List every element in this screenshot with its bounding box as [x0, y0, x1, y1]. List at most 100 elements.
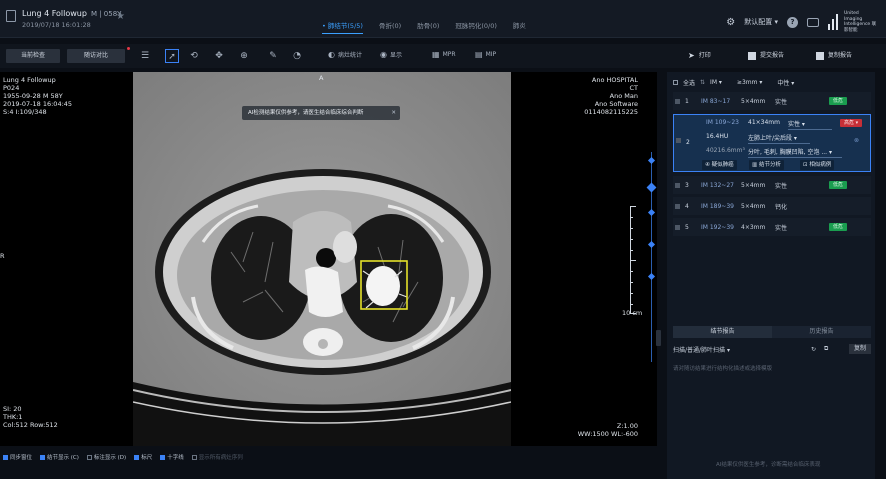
row-checkbox[interactable]	[675, 182, 680, 188]
gear-icon[interactable]: ⚙	[726, 17, 735, 28]
list-icon[interactable]: ☰	[138, 49, 152, 63]
hospital-overlay: Ano HOSPITAL CT Ano Man Ano Software 011…	[584, 76, 638, 116]
submit-report-button[interactable]: 提交报告	[748, 49, 784, 63]
send-icon: ➤	[688, 51, 695, 60]
location-dropdown[interactable]: 左肺上叶/尖后段 ▾	[748, 133, 810, 144]
window-level-icon[interactable]: ◔	[290, 49, 304, 63]
similar-cases-button[interactable]: ⊡ 相似病例	[800, 160, 835, 170]
size-filter-dropdown[interactable]: ≥3mm ▾	[737, 79, 762, 86]
row-checkbox[interactable]	[675, 98, 680, 104]
sync-window-checkbox[interactable]: 同步窗位	[3, 453, 32, 461]
case-title: Lung 4 Followup	[22, 9, 87, 18]
risk-badge: 低危	[829, 223, 848, 231]
lesion-stats-tool[interactable]: ◐ 病灶统计	[328, 50, 362, 59]
zoom-icon[interactable]: ⊕	[237, 49, 251, 63]
folder-icon	[6, 10, 16, 22]
tab-nodule-report[interactable]: 结节报告	[673, 326, 772, 338]
crosshair-checkbox[interactable]: 十字线	[160, 453, 184, 461]
ai-notice-banner: AI检测结果仅供参考，请医生结合临床综合判断 ✕	[242, 106, 400, 120]
detail-hu: 16.4HU	[706, 133, 729, 140]
top-right-controls: ⚙ 默认配置 ▾ ? United Imaging Intelligence 联…	[726, 11, 878, 33]
window-overlay: Z:1.00 WW:1500 WL:-600	[577, 422, 638, 438]
detail-im: IM 109~23	[706, 119, 739, 126]
panel-collapse-handle[interactable]	[656, 330, 661, 346]
nodule-row[interactable]: 3 IM 132~27 5×4mm 实性 低危	[673, 176, 871, 194]
report-placeholder: 请对随访结果进行结构化描述或选择模版	[673, 366, 773, 372]
im-filter-dropdown[interactable]: IM ▾	[710, 79, 722, 86]
risk-badge: 低危	[829, 97, 848, 105]
help-icon[interactable]: ?	[787, 16, 798, 28]
nodule-detail-card[interactable]: 2 IM 109~23 41×34mm 实性 ▾ 高危 ▾ 16.4HU 左肺上…	[673, 114, 871, 172]
image-viewer[interactable]: Lung 4 Followup P024 1955-09-28 M 58Y 20…	[0, 72, 661, 446]
clipboard-icon[interactable]: ⧉	[824, 345, 828, 353]
nodule-display-checkbox[interactable]: 结节显示 (C)	[40, 453, 79, 461]
distance-scale	[626, 206, 636, 314]
pan-icon[interactable]: ✥	[212, 49, 226, 63]
message-icon[interactable]	[807, 17, 819, 27]
refresh-icon[interactable]: ↻	[811, 346, 816, 353]
tab-coronary-calcium[interactable]: 冠脉钙化(0/0)	[455, 20, 497, 34]
disclaimer-footer: AI结果仅供医生参考，诊断需结合临床表现	[716, 462, 821, 468]
report-icon	[748, 52, 756, 60]
risk-filter-dropdown[interactable]: 中性 ▾	[777, 78, 794, 87]
copy-report-button[interactable]: 复制报告	[816, 49, 852, 63]
nodule-row[interactable]: 5 IM 192~39 4×3mm 实性 低危	[673, 218, 871, 236]
mip-tool[interactable]: ▤ MIP	[475, 50, 496, 59]
ct-slice-graphic	[133, 72, 511, 446]
toolbar: 当前检查 随访对比 ☰ ➚ ⟲ ✥ ⊕ ✎ ◔ ◐ 病灶统计 ◉ 显示 ▦ MPR ▤…	[0, 44, 886, 68]
report-template-dropdown[interactable]: 扫描/普通/肺叶扫描 ▾	[673, 345, 730, 354]
detail-volume: 40216.6mm³	[706, 147, 745, 154]
tab-history-report[interactable]: 历史报告	[772, 326, 871, 338]
select-all-checkbox[interactable]	[673, 79, 678, 85]
star-icon[interactable]: ★	[116, 11, 125, 22]
suspected-cancer-button[interactable]: ④ 疑似肺癌	[702, 160, 737, 170]
tab-rib[interactable]: 肋骨(0)	[417, 20, 439, 34]
pointer-icon[interactable]: ➚	[165, 49, 179, 63]
print-button[interactable]: ➤ 打印	[688, 49, 711, 63]
orientation-top: A	[319, 74, 324, 82]
ct-image[interactable]	[133, 72, 511, 446]
nodule-row[interactable]: 4 IM 189~39 5×4mm 钙化	[673, 197, 871, 215]
nodule-marker-2[interactable]	[646, 182, 657, 193]
ruler-checkbox[interactable]: 标尺	[134, 453, 152, 461]
display-tool[interactable]: ◉ 显示	[380, 50, 402, 59]
slice-info-overlay: SI: 20 THK:1 Col:512 Row:512	[3, 405, 58, 429]
layout-dropdown[interactable]: 默认配置 ▾	[744, 17, 778, 27]
nodule-analysis-button[interactable]: ▥ 结节分析	[749, 160, 784, 170]
show-all-series-checkbox[interactable]: 显示所有病灶序列	[191, 453, 243, 461]
rotate-icon[interactable]: ⟲	[187, 49, 201, 63]
report-controls: 扫描/普通/肺叶扫描 ▾ ↻ ⧉ 复制	[673, 343, 871, 355]
pen-icon[interactable]: ✎	[266, 49, 280, 63]
ai-notice-text: AI检测结果仅供参考，请医生结合临床综合判断	[248, 110, 364, 116]
current-exam-button[interactable]: 当前检查	[6, 49, 60, 63]
tab-pneumonia[interactable]: 肺炎	[513, 20, 526, 34]
copy-button[interactable]: 复制	[848, 344, 871, 354]
tab-fracture[interactable]: 骨折(0)	[379, 20, 401, 34]
nodule-type-dropdown[interactable]: 实性 ▾	[788, 119, 832, 130]
viewer-options-bar: 同步窗位 结节显示 (C) 标注显示 (D) 标尺 十字线 显示所有病灶序列	[0, 450, 657, 464]
scale-label: 10 cm	[622, 309, 643, 317]
sort-icon[interactable]: ⇅	[700, 79, 705, 86]
nodule-row[interactable]: 1 IM 83~17 5×4mm 实性 低危	[673, 92, 871, 110]
previous-exam-button[interactable]: 随访对比	[67, 47, 130, 63]
nodule-marker-1[interactable]	[647, 156, 656, 165]
row-checkbox[interactable]	[675, 224, 680, 230]
nodule-marker-4[interactable]	[647, 240, 656, 249]
title-bar: Lung 4 Followup M | 058Y 2019/07/18 16:01…	[0, 0, 886, 38]
annotation-display-checkbox[interactable]: 标注显示 (D)	[86, 453, 126, 461]
features-dropdown[interactable]: 分叶, 毛刺, 胸膜凹陷, 空泡 ... ▾	[748, 147, 842, 158]
row-checkbox[interactable]	[676, 138, 681, 143]
risk-level-dropdown[interactable]: 高危 ▾	[840, 119, 863, 127]
brand-logo: United Imaging Intelligence 联影智能	[828, 11, 878, 33]
report-tabs: 结节报告 历史报告	[673, 326, 871, 338]
logo-mark-icon	[828, 14, 840, 30]
close-circle-icon[interactable]: ⊗	[854, 137, 859, 144]
mip-icon: ▤	[475, 50, 483, 59]
mpr-tool[interactable]: ▦ MPR	[432, 50, 456, 59]
row-checkbox[interactable]	[675, 203, 680, 209]
nodule-marker-3[interactable]	[647, 208, 656, 217]
module-tabs: • 肺结节(5/5) 骨折(0) 肋骨(0) 冠脉钙化(0/0) 肺炎	[322, 20, 526, 34]
close-icon[interactable]: ✕	[391, 106, 396, 120]
nodule-marker-5[interactable]	[647, 272, 656, 281]
tab-lung-nodule[interactable]: • 肺结节(5/5)	[322, 20, 363, 34]
